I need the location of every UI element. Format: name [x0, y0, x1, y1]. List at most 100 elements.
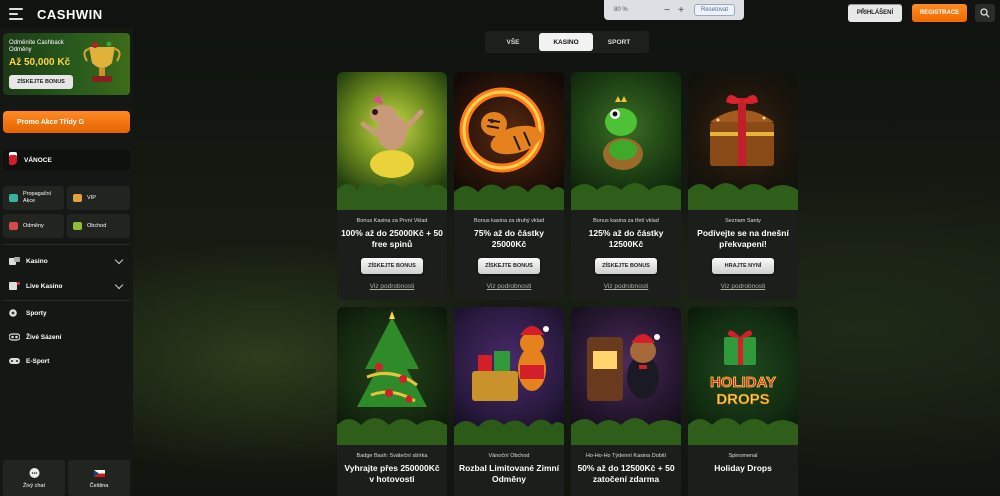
sidebar: Odměníte Cashback Odměny Až 50,000 Kč ZÍ…: [0, 28, 133, 496]
sidebar-item-live-betting[interactable]: Živé Sázení: [0, 326, 133, 348]
promo-art: [454, 307, 564, 445]
details-link[interactable]: Viz podrobnosti: [688, 283, 798, 290]
card-title: Rozbal Limitované Zimní Odměny: [458, 463, 560, 484]
tab-casino[interactable]: KASINO: [539, 33, 593, 51]
bottom-label: Živý chat: [22, 482, 45, 489]
chevron-down-icon[interactable]: [114, 255, 124, 265]
sidebar-tile-shop[interactable]: Obchod: [67, 214, 130, 238]
promo-claim-button[interactable]: ZÍSKEJTE BONUS: [9, 75, 73, 89]
claim-bonus-button[interactable]: ZÍSKEJTE BONUS: [361, 258, 423, 274]
promo-art: [688, 72, 798, 210]
promo-card-holiday-drops[interactable]: HOLIDAY DROPS Spinomenal Holiday Drops: [688, 307, 798, 496]
promo-art: HOLIDAY DROPS: [688, 307, 798, 445]
live-chat-button[interactable]: Živý chat: [3, 460, 65, 496]
zoom-reset-button[interactable]: Resetovat: [694, 4, 736, 16]
nav-label: E-Sport: [26, 357, 50, 365]
chevron-down-icon[interactable]: [114, 280, 124, 290]
tile-label: VIP: [87, 195, 96, 201]
promo-art: [454, 72, 564, 210]
promo-class-g-button[interactable]: Promo Akce Třídy G: [3, 111, 130, 133]
card-subtitle: Bonus Kasina za První Vklad: [356, 218, 428, 224]
czech-flag-icon: [93, 469, 105, 477]
promo-card-third-deposit[interactable]: Bonus kasina za třetí vklad 125% až do č…: [571, 72, 681, 300]
sidebar-tile-vip[interactable]: VIP: [67, 186, 130, 210]
tab-all[interactable]: VŠE: [487, 33, 539, 51]
card-subtitle: Spinomenal: [728, 453, 758, 459]
details-link[interactable]: Viz podrobnosti: [454, 283, 564, 290]
register-button[interactable]: REGISTRACE: [912, 4, 967, 22]
details-link[interactable]: Viz podrobnosti: [337, 283, 447, 290]
sidebar-item-casino[interactable]: Kasino: [0, 250, 133, 272]
card-subtitle: Bonus kasina za třetí vklad: [593, 218, 659, 224]
divider: [3, 300, 130, 301]
stocking-icon: [9, 155, 17, 165]
logo[interactable]: CASHWIN: [37, 7, 103, 22]
promo-art: [337, 72, 447, 210]
zoom-in-button[interactable]: +: [674, 5, 688, 16]
search-icon: [980, 8, 990, 18]
card-subtitle: Ho-Ho-Ho Týdenní Kasina Dobití: [585, 453, 667, 459]
card-title: 50% až do 12500Kč + 50 zatočení zdarma: [577, 463, 675, 484]
sidebar-tile-promotions[interactable]: Propagační Akce: [3, 186, 64, 210]
tile-label: Obchod: [87, 223, 107, 229]
live-bet-icon: [9, 333, 20, 341]
card-subtitle: Vánoční Obchod: [488, 453, 530, 459]
card-title: 125% až do částky 12500Kč: [588, 228, 664, 249]
divider: [3, 244, 130, 245]
svg-text:HOLIDAY: HOLIDAY: [710, 374, 776, 391]
trophy-icon: [83, 41, 121, 82]
card-title: 100% až do 25000Kč + 50 free spinů: [341, 228, 443, 249]
gift-icon: [9, 194, 18, 202]
christmas-label: VÁNOCE: [24, 156, 52, 164]
sidebar-item-sports[interactable]: Sporty: [0, 302, 133, 324]
sidebar-item-live-casino[interactable]: Live Kasino: [0, 275, 133, 297]
main-content: VŠE KASINO SPORT Bonus Kasina za První V…: [133, 28, 1000, 496]
menu-toggle-icon[interactable]: [9, 8, 23, 20]
cashback-promo-card[interactable]: Odměníte Cashback Odměny Až 50,000 Kč ZÍ…: [3, 33, 130, 95]
card-title: Vyhrajte přes 250000Kč v hotovosti: [344, 463, 440, 484]
card-subtitle: Seznam Santy: [725, 218, 761, 224]
sidebar-item-esport[interactable]: E-Sport: [0, 350, 133, 372]
crown-icon: [73, 194, 82, 202]
promo-card-badge-bash[interactable]: Badge Bash: Sváteční sbírka Vyhrajte pře…: [337, 307, 447, 496]
promo-amount: Až 50,000 Kč: [9, 57, 71, 68]
language-button[interactable]: Čeština: [68, 460, 130, 496]
details-link[interactable]: Viz podrobnosti: [571, 283, 681, 290]
zoom-bar: 80 % − + Resetovat: [604, 0, 744, 20]
gamepad-icon: [9, 358, 20, 364]
card-title: 75% až do částky 25000Kč: [474, 228, 544, 249]
reward-icon: [9, 222, 18, 230]
card-title: Podívejte se na dnešní překvapení!: [697, 228, 789, 249]
login-button[interactable]: PŘIHLÁŠENÍ: [848, 4, 902, 22]
zoom-value: 80 %: [614, 7, 628, 13]
nav-label: Sporty: [26, 309, 47, 317]
promo-card-christmas-shop[interactable]: Vánoční Obchod Rozbal Limitované Zimní O…: [454, 307, 564, 496]
nav-label: Live Kasino: [26, 282, 63, 290]
promo-card-santa-list[interactable]: Seznam Santy Podívejte se na dnešní přek…: [688, 72, 798, 300]
casino-icon: [9, 257, 20, 265]
promo-card-first-deposit[interactable]: Bonus Kasina za První Vklad 100% až do 2…: [337, 72, 447, 300]
search-button[interactable]: [975, 4, 995, 22]
promo-card-weekly-reload[interactable]: Ho-Ho-Ho Týdenní Kasina Dobití 50% až do…: [571, 307, 681, 496]
promo-card-second-deposit[interactable]: Bonus kasina za druhý vklad 75% až do čá…: [454, 72, 564, 300]
promo-text: Odměníte Cashback Odměny: [9, 40, 64, 53]
svg-text:DROPS: DROPS: [716, 391, 769, 408]
zoom-out-button[interactable]: −: [660, 5, 674, 16]
card-subtitle: Bonus kasina za druhý vklad: [473, 218, 544, 224]
claim-bonus-button[interactable]: ZÍSKEJTE BONUS: [478, 258, 540, 274]
live-casino-icon: [9, 282, 20, 290]
card-title: Holiday Drops: [714, 463, 772, 473]
category-tabs: VŠE KASINO SPORT: [485, 31, 649, 53]
play-now-button[interactable]: HRAJTE NYNÍ: [712, 258, 774, 274]
tile-label: Odměny: [23, 223, 44, 229]
christmas-button[interactable]: VÁNOCE: [3, 149, 130, 171]
promo-art: [337, 307, 447, 445]
promo-art: [571, 307, 681, 445]
tile-label: Propagační Akce: [23, 191, 52, 204]
soccer-ball-icon: [9, 309, 17, 317]
nav-label: Živé Sázení: [26, 333, 62, 341]
top-header: CASHWIN 80 % − + Resetovat PŘIHLÁŠENÍ RE…: [0, 0, 1000, 28]
claim-bonus-button[interactable]: ZÍSKEJTE BONUS: [595, 258, 657, 274]
tab-sport[interactable]: SPORT: [593, 33, 645, 51]
sidebar-tile-rewards[interactable]: Odměny: [3, 214, 64, 238]
